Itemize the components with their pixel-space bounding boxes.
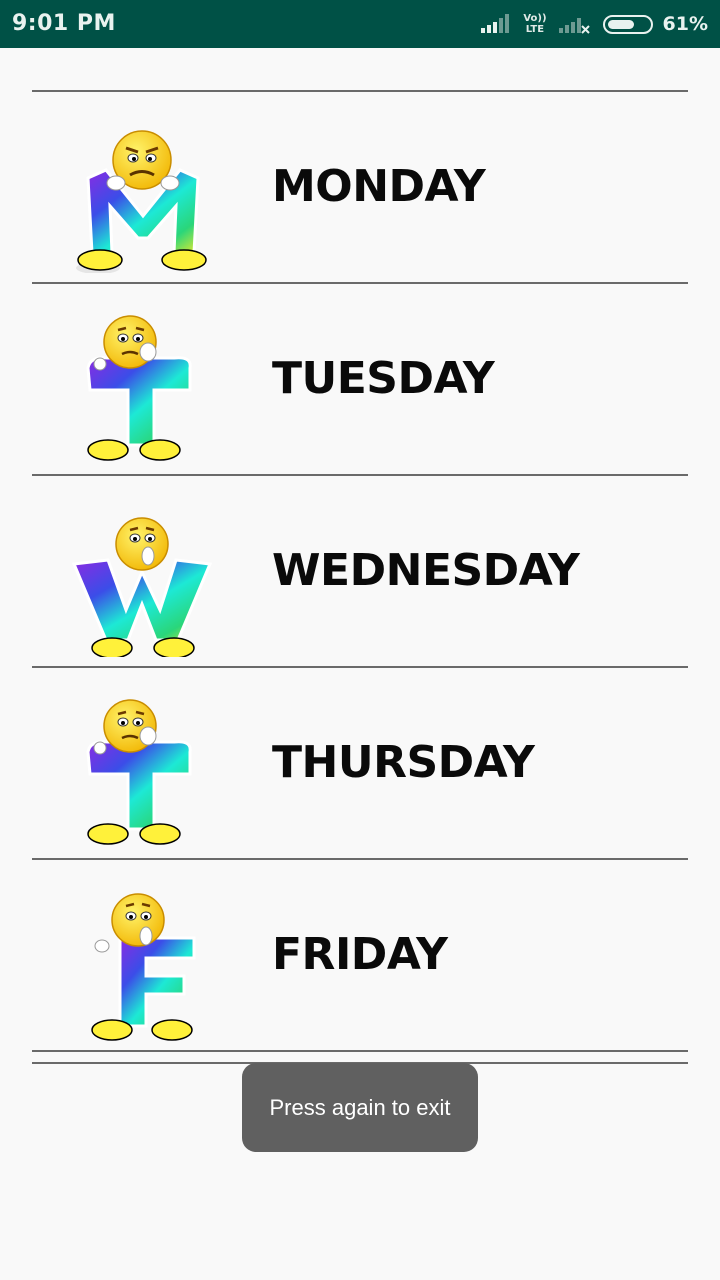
list-item-friday[interactable]: FRIDAY bbox=[32, 860, 688, 1050]
day-label: FRIDAY bbox=[272, 929, 448, 980]
letter-t-emoji-icon bbox=[86, 315, 192, 461]
letter-w-emoji-icon bbox=[71, 517, 213, 657]
battery-percentage: 61% bbox=[662, 13, 708, 35]
day-label: THURSDAY bbox=[272, 737, 535, 788]
no-signal-icon bbox=[558, 18, 590, 34]
day-label: WEDNESDAY bbox=[272, 545, 580, 596]
list-item-thursday[interactable]: THURSDAY bbox=[32, 668, 688, 858]
volte-line-1: Vo)) bbox=[523, 13, 547, 24]
day-label: MONDAY bbox=[272, 161, 486, 212]
battery-icon bbox=[602, 14, 653, 34]
volte-icon: Vo)) LTE bbox=[523, 13, 546, 35]
volte-line-2: LTE bbox=[525, 24, 545, 35]
exit-toast: Press again to exit bbox=[242, 1063, 478, 1152]
list-item-wednesday[interactable]: WEDNESDAY bbox=[32, 476, 688, 666]
signal-strength-icon bbox=[481, 14, 510, 33]
list-item-monday[interactable]: MONDAY bbox=[32, 92, 688, 282]
status-icons: Vo)) LTE 61% bbox=[481, 0, 708, 48]
day-label: TUESDAY bbox=[272, 353, 495, 404]
letter-f-emoji-icon bbox=[91, 893, 196, 1041]
list-item-tuesday[interactable]: TUESDAY bbox=[32, 284, 688, 474]
divider bbox=[32, 1050, 688, 1052]
status-time: 9:01 PM bbox=[12, 11, 116, 36]
letter-t-emoji-icon bbox=[86, 699, 192, 845]
status-bar: 9:01 PM Vo)) LTE 61% bbox=[0, 0, 720, 48]
letter-m-emoji-icon bbox=[76, 130, 207, 273]
